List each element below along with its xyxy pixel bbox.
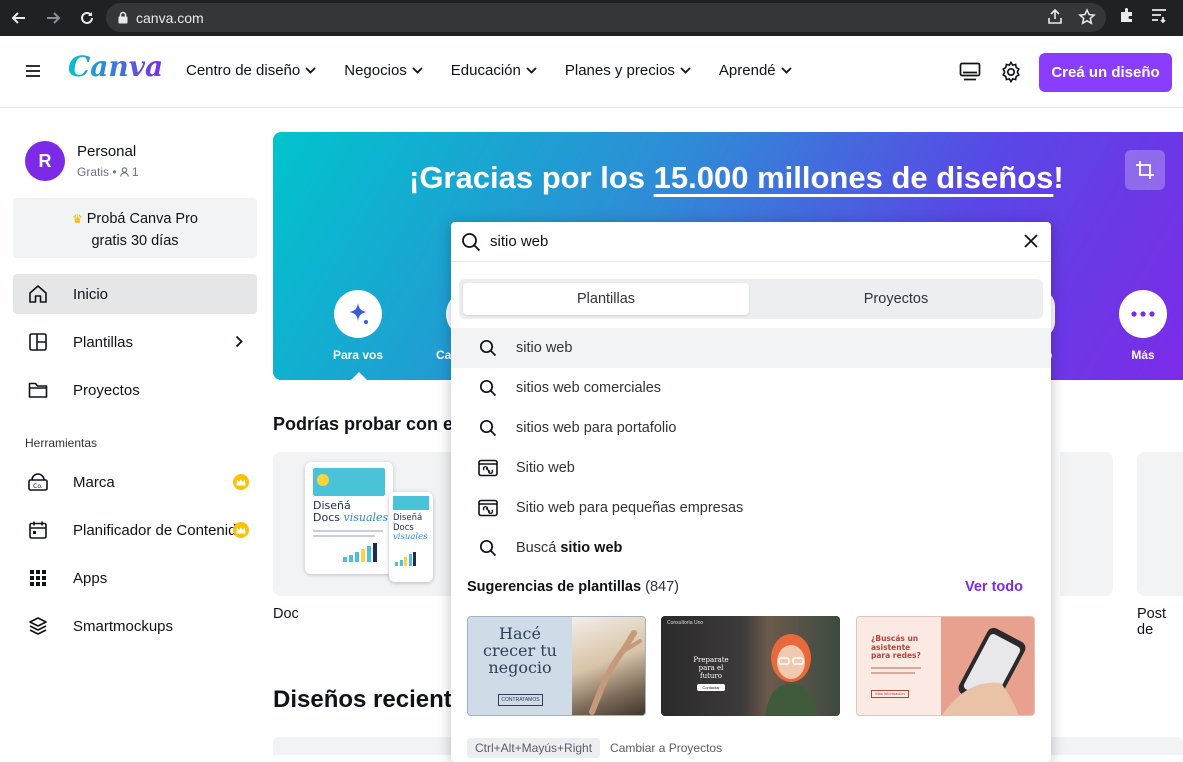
sidebar-item-brand[interactable]: Co. Marca — [13, 462, 257, 502]
search-icon — [477, 379, 499, 397]
pro-crown-badge — [233, 522, 249, 538]
avatar[interactable]: R — [25, 141, 65, 181]
calendar-icon — [26, 520, 50, 540]
search-icon — [461, 232, 481, 252]
person-photo-image — [761, 626, 821, 716]
sidebar-item-smartmockups[interactable]: Smartmockups — [13, 606, 257, 646]
photo-hand-image — [572, 617, 645, 715]
url-text: canva.com — [136, 9, 204, 26]
create-design-button[interactable]: Creá un diseño — [1039, 53, 1172, 92]
post-card[interactable] — [1137, 452, 1183, 596]
doc-card[interactable]: Diseñá Docs visuales Diseñá Docs visuales — [273, 452, 463, 596]
lock-icon — [118, 11, 128, 24]
search-input[interactable] — [490, 233, 990, 250]
chevron-down-icon — [781, 67, 792, 74]
address-bar[interactable]: canva.com — [106, 3, 1106, 32]
doc-preview-small: Diseñá Docs visuales — [389, 492, 433, 582]
nav-item-pricing[interactable]: Planes y precios — [565, 62, 691, 79]
hamburger-menu-icon[interactable] — [25, 64, 41, 78]
search-dropdown: Plantillas Proyectos sitio web sitios we… — [451, 222, 1051, 762]
suggestion-item[interactable]: sitio web — [451, 328, 1051, 368]
search-icon — [477, 339, 499, 357]
svg-text:Co.: Co. — [33, 483, 43, 490]
reading-list-icon[interactable] — [1150, 6, 1168, 24]
nav-item-business[interactable]: Negocios — [344, 62, 423, 79]
top-nav: Centro de diseño Negocios Educación Plan… — [186, 62, 820, 79]
shortcut-badge: Ctrl+Alt+Mayús+Right — [467, 738, 601, 758]
sidebar-item-templates[interactable]: Plantillas — [13, 322, 257, 362]
template-thumbnail[interactable]: Consultoría Uno Consultoría Uno Preparat… — [661, 616, 840, 716]
suggestions-section-title: Podrías probar con e — [273, 414, 454, 434]
nav-item-education[interactable]: Educación — [451, 62, 537, 79]
chevron-right-icon — [235, 335, 243, 348]
website-icon — [477, 459, 499, 477]
canva-logo[interactable]: Canva — [68, 50, 163, 83]
sidebar-item-home[interactable]: Inicio — [13, 274, 257, 314]
suggestion-item[interactable]: sitios web para portafolio — [451, 408, 1051, 448]
suggestion-item[interactable]: Sitio web — [451, 448, 1051, 488]
keyboard-hint: Ctrl+Alt+Mayús+Right Cambiar a Proyectos — [467, 738, 722, 758]
template-thumbnail[interactable]: ¿Buscás un asistente para redes? Más inf… — [856, 616, 1035, 716]
desktop-app-icon[interactable] — [959, 62, 981, 82]
account-plan: Gratis • 1 — [77, 165, 139, 179]
try-pro-button[interactable]: ♛ Probá Canva Pro gratis 30 días — [13, 198, 257, 258]
recent-designs-title: Diseños recient — [273, 686, 452, 713]
home-icon — [26, 284, 50, 304]
banner-title: ¡Gracias por los 15.000 millones de dise… — [409, 160, 1064, 195]
search-bar — [451, 222, 1051, 262]
more-icon — [1119, 290, 1167, 338]
clear-search-close-icon[interactable] — [1023, 233, 1039, 249]
extensions-icon[interactable] — [1118, 6, 1136, 24]
doc-preview-large: Diseñá Docs visuales — [305, 462, 393, 574]
hidden-card[interactable] — [1060, 452, 1113, 596]
sparkle-icon — [334, 290, 382, 338]
website-icon — [477, 499, 499, 517]
chevron-down-icon — [412, 67, 423, 74]
category-more[interactable]: Más — [1103, 290, 1183, 362]
template-suggestions-heading: Sugerencias de plantillas (847) — [467, 579, 679, 595]
layers-icon — [26, 616, 50, 636]
search-icon — [477, 419, 499, 437]
suggestion-item[interactable]: sitios web comerciales — [451, 368, 1051, 408]
sidebar-item-apps[interactable]: Apps — [13, 558, 257, 598]
phone-photo-image — [941, 617, 1034, 715]
sidebar-item-projects[interactable]: Proyectos — [13, 370, 257, 410]
nav-item-learn[interactable]: Aprendé — [719, 62, 792, 79]
forward-arrow-icon[interactable] — [36, 1, 70, 35]
suggestion-item[interactable]: Sitio web para pequeñas empresas — [451, 488, 1051, 528]
templates-icon — [26, 332, 50, 352]
doc-card-label: Doc — [273, 606, 299, 622]
crown-icon: ♛ — [72, 212, 83, 226]
template-thumbnail[interactable]: Hacé crecer tu negocio CONTRATAMOS — [467, 616, 646, 716]
folder-icon — [26, 381, 50, 399]
brand-icon: Co. — [26, 472, 50, 492]
site-header: Canva Centro de diseño Negocios Educació… — [0, 36, 1183, 108]
post-card-label: Post de — [1137, 606, 1167, 638]
chevron-down-icon — [526, 67, 537, 74]
person-icon — [120, 167, 129, 177]
account-name: Personal — [77, 143, 137, 160]
category-for-you[interactable]: Para vos — [318, 290, 398, 362]
search-icon — [477, 539, 499, 557]
pro-crown-badge — [233, 474, 249, 490]
share-icon[interactable] — [1046, 8, 1064, 26]
tools-heading: Herramientas — [25, 436, 98, 450]
chevron-down-icon — [680, 67, 691, 74]
search-scope-tabs: Plantillas Proyectos — [459, 279, 1043, 319]
sidebar-item-content-planner[interactable]: Planificador de Contenido — [13, 510, 257, 550]
apps-grid-icon — [26, 569, 50, 587]
back-arrow-icon[interactable] — [2, 1, 36, 35]
bookmark-star-icon[interactable] — [1078, 8, 1096, 26]
chevron-down-icon — [305, 67, 316, 74]
see-all-link[interactable]: Ver todo — [965, 579, 1023, 595]
tab-templates[interactable]: Plantillas — [463, 283, 749, 315]
tab-projects[interactable]: Proyectos — [753, 283, 1039, 315]
reload-icon[interactable] — [70, 1, 104, 35]
crop-icon[interactable] — [1125, 150, 1165, 190]
selected-indicator — [350, 372, 368, 381]
search-for-query-item[interactable]: Buscá sitio web — [451, 528, 1051, 568]
browser-toolbar: canva.com — [0, 0, 1183, 36]
nav-item-design-center[interactable]: Centro de diseño — [186, 62, 316, 79]
settings-gear-icon[interactable] — [1000, 61, 1022, 83]
